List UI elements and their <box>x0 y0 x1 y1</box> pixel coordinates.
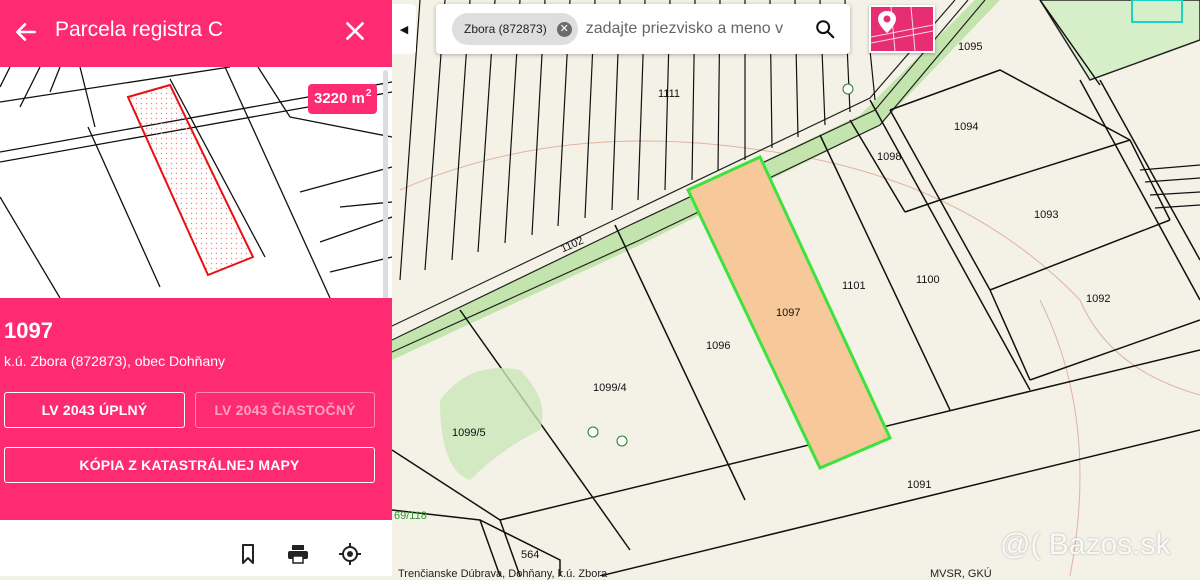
map-label-1093: 1093 <box>1034 209 1058 221</box>
tree-icon <box>842 83 854 95</box>
map-attribution-right: MVSR, GKÚ <box>930 568 992 580</box>
map-label-564: 564 <box>521 549 539 561</box>
search-input[interactable] <box>583 19 794 39</box>
map-label-1101: 1101 <box>842 280 866 292</box>
map-label-1096: 1096 <box>706 340 730 352</box>
selected-parcel-outline <box>126 83 255 277</box>
caret-left-icon: ◀ <box>399 23 409 36</box>
map-attribution-left: Trenčianske Dúbrava, Dohňany, k.ú. Zbora <box>398 568 608 580</box>
print-icon[interactable] <box>286 542 310 566</box>
tree-icon <box>587 426 599 438</box>
map-pin-icon <box>871 7 933 51</box>
bookmark-icon[interactable] <box>236 542 260 566</box>
map-label-1094: 1094 <box>954 121 978 133</box>
collapse-panel-button[interactable]: ◀ <box>392 4 416 54</box>
map-label-69-118: 69/118 <box>394 510 427 522</box>
cadastral-map-copy-button[interactable]: KÓPIA Z KATASTRÁLNEJ MAPY <box>4 447 375 483</box>
map-label-1097: 1097 <box>776 307 800 319</box>
lv-full-button[interactable]: LV 2043 ÚPLNÝ <box>4 392 185 428</box>
map-label-1098: 1098 <box>877 151 901 163</box>
map-label-1111: 1111 <box>658 88 680 100</box>
search-bar: Zbora (872873) ✕ <box>436 4 850 54</box>
panel-title: Parcela registra C <box>55 18 224 41</box>
panel-header: Parcela registra C <box>0 0 392 67</box>
parcel-location: k.ú. Zbora (872873), obec Dohňany <box>4 353 226 369</box>
watermark: @( Bazos.sk <box>1000 528 1171 561</box>
area-badge: 3220 m2 <box>308 84 378 114</box>
parcel-panel: Parcela registra C 3220 m2 1097 k.ú. Zbo… <box>0 0 392 576</box>
search-filter-chip[interactable]: Zbora (872873) ✕ <box>452 13 578 45</box>
search-icon[interactable] <box>814 18 836 40</box>
tree-icon <box>616 435 628 447</box>
map-label-1099-4: 1099/4 <box>593 382 627 394</box>
map-layer-button[interactable] <box>869 5 935 53</box>
gps-icon[interactable] <box>338 542 362 566</box>
map-label-1095: 1095 <box>958 41 982 53</box>
lv-partial-button[interactable]: LV 2043 ČIASTOČNÝ <box>195 392 375 428</box>
chip-clear-icon[interactable]: ✕ <box>556 21 572 37</box>
map-label-1091: 1091 <box>907 479 931 491</box>
back-arrow-icon[interactable] <box>13 19 39 45</box>
chip-label: Zbora (872873) <box>464 22 547 36</box>
panel-footer <box>0 520 392 576</box>
map-label-1099-5: 1099/5 <box>452 427 486 439</box>
parcel-thumbnail-map: 3220 m2 <box>0 67 392 298</box>
map-label-1100: 1100 <box>916 274 940 286</box>
close-icon[interactable] <box>342 18 368 44</box>
parcel-number: 1097 <box>4 318 53 343</box>
parcel-info: 1097 k.ú. Zbora (872873), obec Dohňany L… <box>0 298 392 520</box>
map-label-1092: 1092 <box>1086 293 1110 305</box>
